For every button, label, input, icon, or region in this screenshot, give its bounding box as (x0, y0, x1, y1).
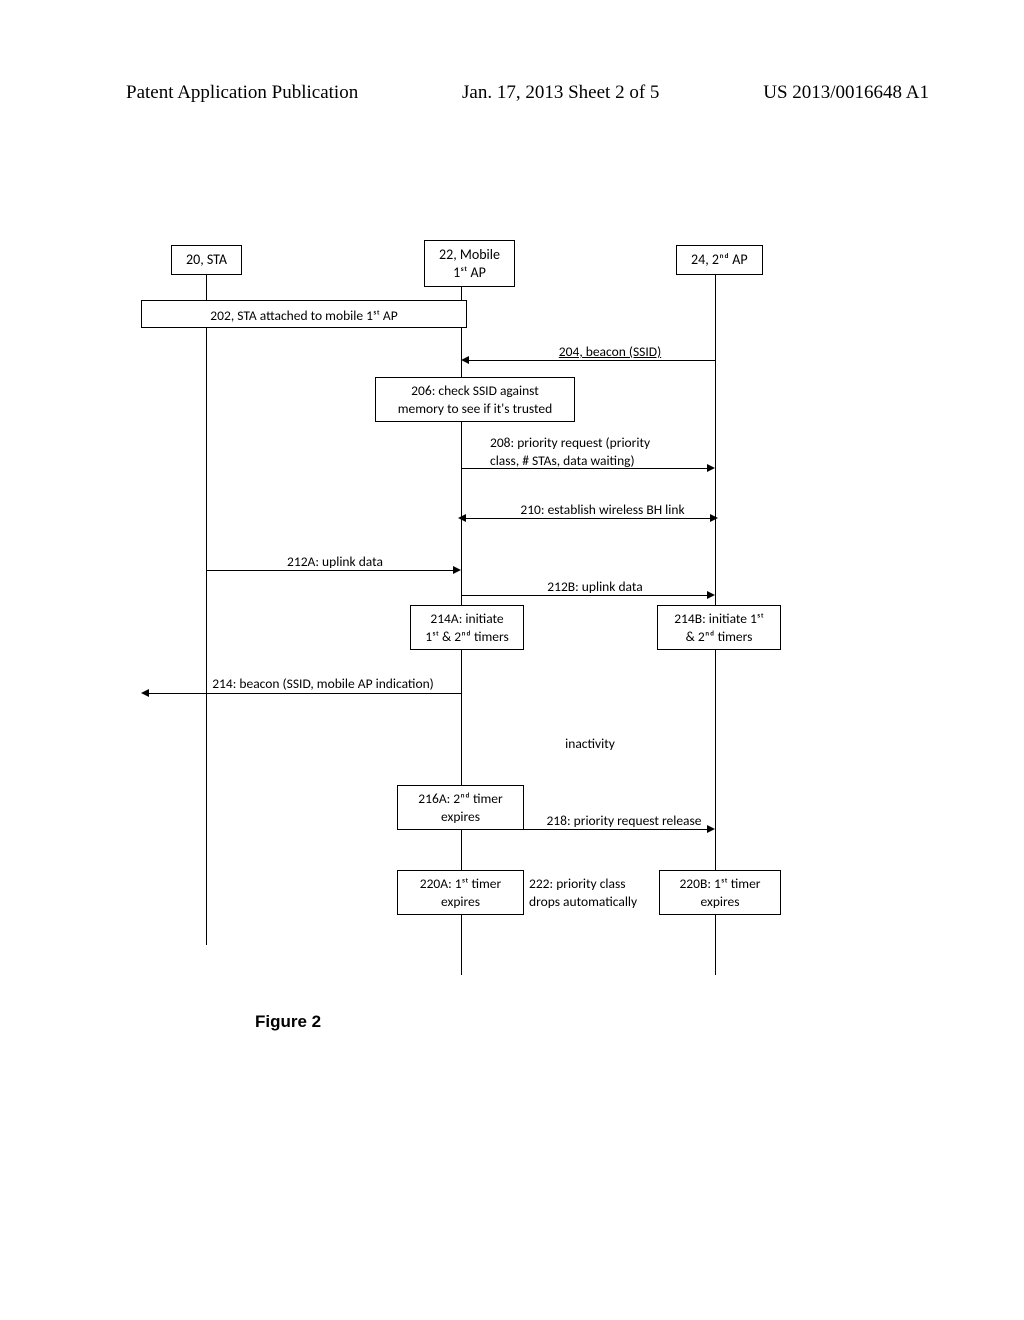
arrow-212b-head (707, 591, 715, 599)
actor-ap1: 22, Mobile 1ˢᵗ AP (424, 240, 515, 287)
label-inactivity: inactivity (535, 735, 645, 753)
label-218-text: 218: priority request release (546, 812, 701, 829)
actor-ap1-label-line1: 22, Mobile (439, 246, 500, 264)
header-right: US 2013/0016648 A1 (763, 82, 929, 104)
arrow-214-head (141, 689, 149, 697)
label-212a: 212A: uplink data (255, 553, 415, 571)
step-216a-line1: 216A: 2ⁿᵈ timer (406, 790, 515, 808)
step-220b-line2: expires (668, 893, 772, 911)
label-208: 208: priority request (priority class, #… (490, 434, 715, 469)
arrow-204-head (461, 356, 469, 364)
step-214a-line2: 1ˢᵗ & 2ⁿᵈ timers (419, 628, 515, 646)
label-210: 210: establish wireless BH link (490, 501, 715, 519)
step-206-line1: 206: check SSID against (384, 382, 566, 400)
page-header: Patent Application Publication Jan. 17, … (0, 0, 1024, 104)
step-214b: 214B: initiate 1ˢᵗ & 2ⁿᵈ timers (657, 605, 781, 650)
label-218: 218: priority request release (529, 812, 719, 830)
step-220b-line1: 220B: 1ˢᵗ timer (668, 875, 772, 893)
step-220a-line2: expires (406, 893, 515, 911)
header-left: Patent Application Publication (126, 82, 358, 104)
arrow-210-head-l (458, 514, 466, 522)
step-220a: 220A: 1ˢᵗ timer expires (397, 870, 524, 915)
label-212b: 212B: uplink data (515, 578, 675, 596)
label-222-line2: drops automatically (529, 893, 659, 911)
header-mid: Jan. 17, 2013 Sheet 2 of 5 (462, 82, 659, 104)
arrow-212a-head (453, 566, 461, 574)
step-214a-line1: 214A: initiate (419, 610, 515, 628)
label-222-line1: 222: priority class (529, 875, 659, 893)
actor-ap1-label-line2: 1ˢᵗ AP (439, 264, 500, 282)
step-202: 202, STA attached to mobile 1ˢᵗ AP (141, 300, 467, 328)
label-212b-text: 212B: uplink data (547, 578, 642, 595)
sequence-diagram: 20, STA 22, Mobile 1ˢᵗ AP 24, 2ⁿᵈ AP 202… (155, 245, 855, 975)
figure-caption: Figure 2 (255, 1012, 321, 1032)
step-220b: 220B: 1ˢᵗ timer expires (659, 870, 781, 915)
step-214b-line2: & 2ⁿᵈ timers (666, 628, 772, 646)
label-214: 214: beacon (SSID, mobile AP indication) (193, 675, 453, 693)
actor-ap2-label: 24, 2ⁿᵈ AP (691, 251, 748, 268)
step-216a: 216A: 2ⁿᵈ timer expires (397, 785, 524, 830)
label-inactivity-text: inactivity (565, 735, 615, 752)
actor-sta-label: 20, STA (186, 251, 227, 268)
label-214-text: 214: beacon (SSID, mobile AP indication) (212, 675, 434, 692)
step-214b-line1: 214B: initiate 1ˢᵗ (666, 610, 772, 628)
actor-ap2: 24, 2ⁿᵈ AP (676, 245, 763, 275)
step-220a-line1: 220A: 1ˢᵗ timer (406, 875, 515, 893)
step-202-label: 202, STA attached to mobile 1ˢᵗ AP (210, 307, 397, 324)
label-222: 222: priority class drops automatically (529, 875, 659, 910)
label-212a-text: 212A: uplink data (287, 553, 383, 570)
label-208-line2: class, # STAs, data waiting) (490, 452, 715, 470)
label-204-text: 204, beacon (SSID) (559, 343, 661, 360)
actor-sta: 20, STA (171, 245, 242, 275)
label-204: 204, beacon (SSID) (525, 343, 695, 361)
lifeline-sta (206, 275, 207, 945)
step-206: 206: check SSID against memory to see if… (375, 377, 575, 422)
page: Patent Application Publication Jan. 17, … (0, 0, 1024, 1320)
arrow-214 (149, 693, 461, 694)
step-206-line2: memory to see if it's trusted (384, 400, 566, 418)
step-216a-line2: expires (406, 808, 515, 826)
label-208-line1: 208: priority request (priority (490, 434, 715, 452)
label-210-text: 210: establish wireless BH link (520, 501, 684, 518)
step-214a: 214A: initiate 1ˢᵗ & 2ⁿᵈ timers (410, 605, 524, 650)
